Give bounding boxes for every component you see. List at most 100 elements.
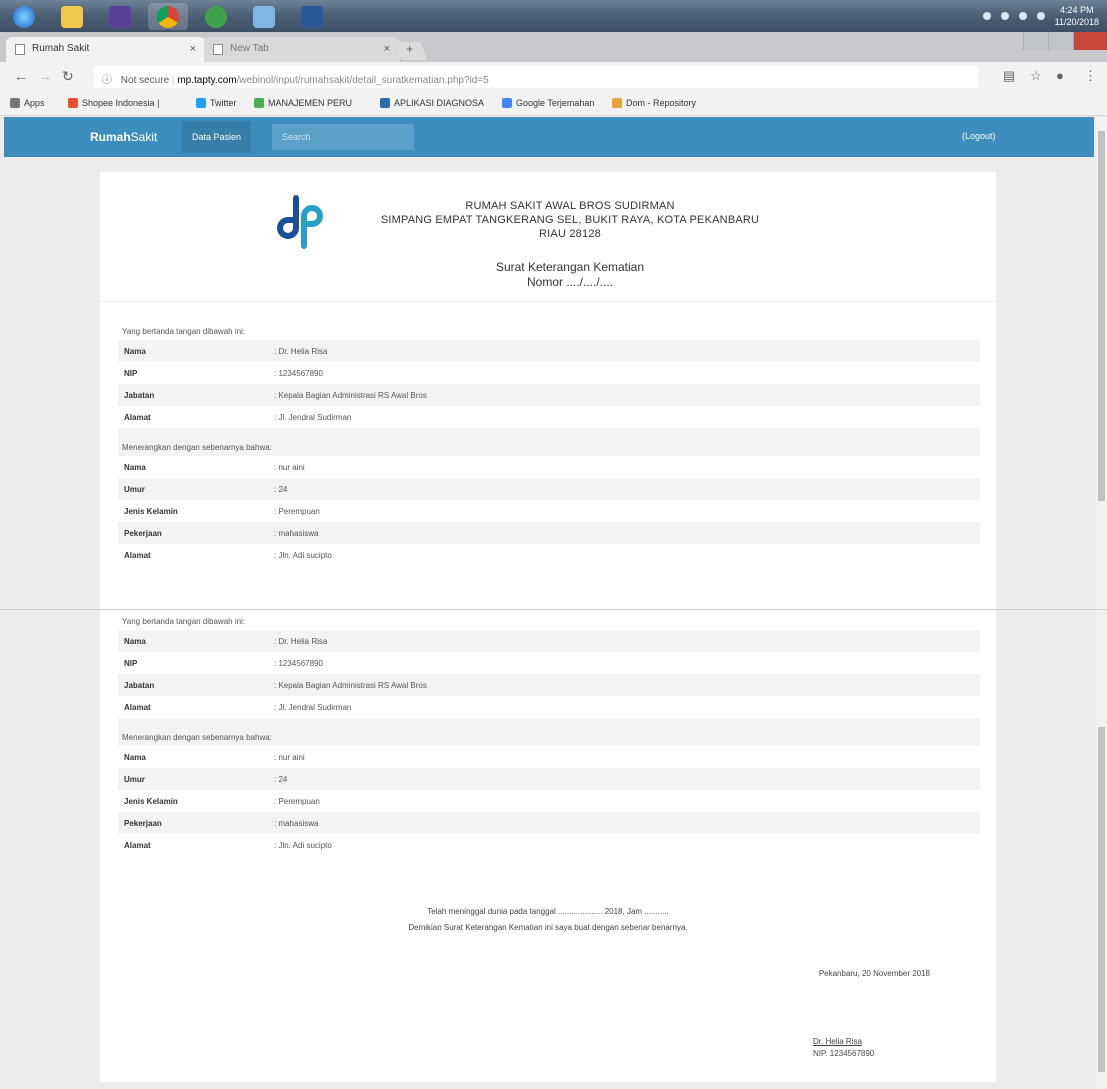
scroll-thumb[interactable] bbox=[1098, 131, 1105, 501]
url-host: mp.tapty.com bbox=[177, 75, 237, 86]
windows-taskbar: 4:24 PM 11/20/2018 bbox=[0, 0, 1107, 32]
signer-row: Alamat: Jl. Jendral Sudirman bbox=[118, 406, 980, 428]
subject-row: Jenis Kelamin: Perempuan bbox=[118, 790, 980, 812]
signer-row: NIP : 1234567890 bbox=[118, 652, 980, 674]
field-label: Nama bbox=[124, 347, 146, 356]
url-path: /webinol/input/rumahsakit/detail_suratke… bbox=[236, 75, 489, 86]
new-tab-button[interactable]: + bbox=[394, 42, 428, 60]
bookmark-label: Dom - Repository bbox=[626, 98, 697, 108]
field-value: : 1234567890 bbox=[274, 369, 323, 378]
letter-title: Surat Keterangan Kematian bbox=[495, 260, 645, 274]
document-icon bbox=[380, 98, 390, 108]
shopee-icon bbox=[68, 98, 78, 108]
field-value: : Dr. Helia Risa bbox=[274, 347, 328, 356]
menu-icon[interactable]: ⋮ bbox=[1084, 68, 1097, 84]
scroll-thumb[interactable] bbox=[1098, 727, 1105, 1072]
close-window-button[interactable] bbox=[1072, 32, 1107, 50]
flag-icon[interactable] bbox=[1036, 12, 1045, 20]
certificate-paper: RUMAH SAKIT AWAL BROS SUDIRMAN SIMPANG E… bbox=[100, 172, 996, 1082]
bookmark-label: Google Terjemahan bbox=[516, 98, 595, 108]
bookmark-label: APLIKASI DIAGNOSA bbox=[394, 98, 485, 108]
search-input[interactable] bbox=[272, 124, 414, 150]
signature-nip: NIP. 1234567890 bbox=[813, 1049, 875, 1058]
bookmark-apps[interactable]: Apps bbox=[10, 98, 45, 108]
signer-intro: Yang bertanda tangan dibawah ini: bbox=[122, 617, 246, 626]
field-value: : Perempuan bbox=[274, 797, 320, 806]
field-label: Nama bbox=[124, 463, 146, 472]
app-icon[interactable] bbox=[244, 3, 284, 30]
globe-icon[interactable] bbox=[196, 3, 236, 30]
logout-link[interactable]: (Logout) bbox=[962, 131, 996, 141]
field-value: : Kepala Bagian Administrasi RS Awal Bro… bbox=[274, 391, 427, 400]
bookmark-aplikasi[interactable]: APLIKASI DIAGNOSA bbox=[380, 98, 484, 108]
tab-new-tab[interactable]: New Tab × bbox=[204, 37, 400, 62]
bookmark-label: Shopee Indonesia | bbox=[82, 98, 160, 108]
signer-row: Nama : Dr. Helia Risa bbox=[118, 340, 980, 362]
spacer bbox=[118, 718, 980, 728]
star-icon[interactable]: ☆ bbox=[1030, 68, 1042, 84]
nav-data-pasien[interactable]: Data Pasien bbox=[182, 121, 252, 153]
bookmark-label: Twitter bbox=[210, 98, 237, 108]
arrow-icon[interactable] bbox=[982, 12, 991, 20]
field-value: : 1234567890 bbox=[274, 659, 323, 668]
subject-intro: Menerangkan dengan sebenarnya bahwa: bbox=[118, 438, 980, 456]
signer-row: Jabatan: Kepala Bagian Administrasi RS A… bbox=[118, 384, 980, 406]
folder-icon bbox=[612, 98, 622, 108]
hospital-address: SIMPANG EMPAT TANGKERANG SEL, BUKIT RAYA… bbox=[380, 214, 760, 226]
translate-icon bbox=[502, 98, 512, 108]
tab-rumah-sakit[interactable]: Rumah Sakit × bbox=[6, 37, 206, 62]
close-icon[interactable]: × bbox=[384, 43, 390, 55]
bookmark-repository[interactable]: Dom - Repository bbox=[612, 98, 696, 108]
chrome-icon[interactable] bbox=[148, 3, 188, 30]
minimize-button[interactable] bbox=[1023, 32, 1048, 50]
field-value: : nur aini bbox=[274, 753, 305, 762]
page-icon bbox=[15, 44, 25, 55]
media-player-icon[interactable] bbox=[100, 3, 140, 30]
brand-logo[interactable]: RumahSakit bbox=[90, 130, 157, 144]
subject-row: Alamat: Jln. Adi sucipto bbox=[118, 544, 980, 566]
system-tray: 4:24 PM 11/20/2018 bbox=[982, 4, 1099, 28]
brand-bold: Rumah bbox=[90, 130, 131, 144]
plus-icon: + bbox=[406, 42, 414, 56]
reload-icon[interactable]: ↻ bbox=[62, 68, 74, 85]
tab-label: Rumah Sakit bbox=[32, 43, 90, 54]
tab-strip: Rumah Sakit × New Tab × + bbox=[0, 32, 1107, 62]
bookmark-shopee[interactable]: Shopee Indonesia | bbox=[68, 98, 159, 108]
bookmark-manajemen[interactable]: MANAJEMEN PERU bbox=[254, 98, 352, 108]
address-bar-row: ← → ↻ ⓘ Not secure | mp.tapty.com/webino… bbox=[0, 62, 1107, 92]
subject-intro: Menerangkan dengan sebenarnya bahwa: bbox=[118, 728, 980, 746]
field-value: : Jl. Jendral Sudirman bbox=[274, 413, 352, 422]
forward-icon[interactable]: → bbox=[38, 68, 52, 84]
letterhead: RUMAH SAKIT AWAL BROS SUDIRMAN SIMPANG E… bbox=[100, 172, 996, 302]
subject-row: Nama : nur aini bbox=[118, 456, 980, 478]
field-value: : Jln. Adi sucipto bbox=[274, 841, 332, 850]
field-value: : nur aini bbox=[274, 463, 305, 472]
url-input[interactable]: ⓘ Not secure | mp.tapty.com/webinol/inpu… bbox=[94, 66, 978, 88]
translate-icon[interactable]: ▤ bbox=[1003, 68, 1015, 84]
tab-label: New Tab bbox=[230, 43, 269, 54]
word-icon[interactable] bbox=[292, 3, 332, 30]
place-date: Pekanbaru, 20 November 2018 bbox=[818, 969, 930, 978]
explorer-icon[interactable] bbox=[52, 3, 92, 30]
page-viewport: RumahSakit Data Pasien (Logout) RUMAH SA… bbox=[0, 117, 1107, 1089]
close-icon[interactable]: × bbox=[190, 43, 196, 55]
network-icon[interactable] bbox=[1000, 12, 1009, 20]
maximize-button[interactable] bbox=[1047, 32, 1073, 50]
apps-icon bbox=[10, 98, 20, 108]
volume-icon[interactable] bbox=[1018, 12, 1027, 20]
profile-icon[interactable]: ● bbox=[1056, 68, 1064, 83]
start-button[interactable] bbox=[4, 3, 44, 30]
field-label: Alamat bbox=[124, 703, 151, 712]
twitter-icon bbox=[196, 98, 206, 108]
bookmark-twitter[interactable]: Twitter bbox=[196, 98, 237, 108]
bookmarks-bar: Apps Shopee Indonesia | Twitter MANAJEME… bbox=[0, 92, 1107, 116]
page-scrollbar[interactable] bbox=[1096, 117, 1107, 1089]
back-icon[interactable]: ← bbox=[14, 68, 28, 84]
clock[interactable]: 4:24 PM 11/20/2018 bbox=[1055, 4, 1099, 28]
field-label: NIP bbox=[124, 659, 138, 668]
bookmark-translate[interactable]: Google Terjemahan bbox=[502, 98, 594, 108]
clock-date: 11/20/2018 bbox=[1054, 17, 1099, 27]
brand-light: Sakit bbox=[130, 130, 158, 144]
info-icon[interactable]: ⓘ bbox=[102, 75, 112, 86]
subject-row: Alamat: Jln. Adi sucipto bbox=[118, 834, 980, 856]
